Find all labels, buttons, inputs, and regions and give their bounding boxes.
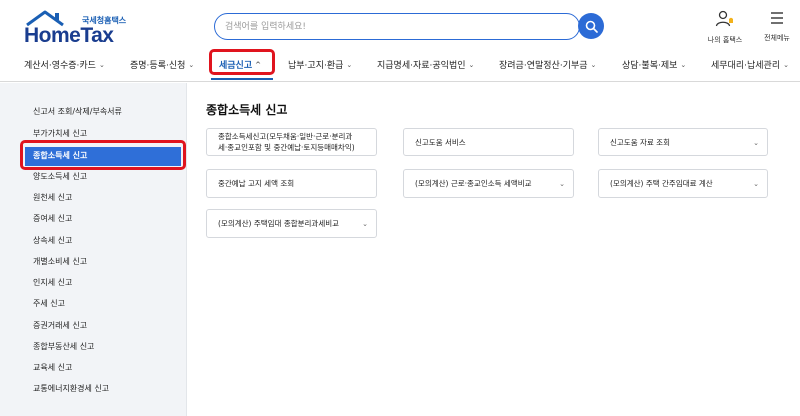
sidebar-item-liquor-tax[interactable]: 주세 신고 bbox=[33, 298, 65, 309]
card-filing-help[interactable]: 신고도움 서비스 bbox=[403, 128, 574, 156]
card-label: 신고도움 서비스 bbox=[415, 138, 466, 147]
nav-item-consult[interactable]: 상담·불복·제보 ⌄ bbox=[622, 58, 687, 72]
card-label: 중간예납 고지 세액 조회 bbox=[218, 179, 295, 188]
card-income-tax-filing[interactable]: 종합소득세신고(모두채움·일반·근로·분리과 세·종교인포함 및 중간예납·토지… bbox=[206, 128, 377, 156]
search-box bbox=[214, 13, 580, 40]
all-menu-button[interactable]: 전체메뉴 bbox=[752, 10, 800, 43]
sidebar-item-withholding[interactable]: 원천세 신고 bbox=[33, 192, 72, 203]
sidebar-item-inheritance[interactable]: 상속세 신고 bbox=[33, 235, 72, 246]
chevron-down-icon: ⌄ bbox=[783, 60, 789, 69]
chevron-down-icon: ⌄ bbox=[590, 60, 597, 69]
sidebar-item-vat[interactable]: 부가가치세 신고 bbox=[33, 128, 87, 139]
search-icon bbox=[585, 20, 598, 33]
nav-item-certificate[interactable]: 증명·등록·신청 ⌄ bbox=[130, 58, 195, 72]
my-hometax-button[interactable]: 나의 홈택스 bbox=[700, 10, 750, 45]
chevron-down-icon: ⌄ bbox=[680, 60, 687, 69]
nav-item-label: 세무대리·납세관리 bbox=[711, 61, 781, 71]
sidebar-item-securities[interactable]: 증권거래세 신고 bbox=[33, 320, 87, 331]
nav-active-indicator bbox=[211, 78, 273, 80]
nav-item-payment[interactable]: 납부·고지·환급 ⌄ bbox=[288, 58, 353, 72]
sidebar-item-transport[interactable]: 교통에너지환경세 신고 bbox=[33, 383, 109, 394]
chevron-down-icon: ⌄ bbox=[753, 180, 759, 188]
nav-item-label: 납부·고지·환급 bbox=[288, 61, 344, 71]
highlight-box-sidebar bbox=[20, 140, 186, 170]
nav-item-agent[interactable]: 세무대리·납세관리 ⌄ bbox=[711, 58, 789, 72]
user-bell-icon bbox=[715, 10, 733, 27]
chevron-down-icon: ⌄ bbox=[362, 220, 368, 228]
card-label: 종합소득세신고(모두채움·일반·근로·분리과 bbox=[218, 132, 353, 141]
highlight-box-nav bbox=[209, 49, 275, 75]
nav-item-label: 지급명세·자료·공익법인 bbox=[377, 61, 466, 71]
card-label: (모의계산) 근로·종교인소득 세액비교 bbox=[415, 179, 532, 188]
main-nav: 계산서·영수증·카드 ⌄ 증명·등록·신청 ⌄ 세금신고 ^ 납부·고지·환급 ⌄ 지급… bbox=[0, 50, 800, 82]
card-sim-wage[interactable]: (모의계산) 근로·종교인소득 세액비교 ⌄ bbox=[403, 169, 574, 198]
card-label-line2: 세·종교인포함 및 중간예납·토지등매매차익) bbox=[218, 143, 355, 152]
nav-item-invoice[interactable]: 계산서·영수증·카드 ⌄ bbox=[24, 58, 105, 72]
card-label: 신고도움 자료 조회 bbox=[610, 138, 670, 147]
chevron-down-icon: ⌄ bbox=[559, 180, 565, 188]
sidebar-item-return-lookup[interactable]: 신고서 조회/삭제/부속서류 bbox=[33, 106, 122, 117]
page-title: 종합소득세 신고 bbox=[206, 103, 288, 117]
nav-item-label: 계산서·영수증·카드 bbox=[24, 61, 96, 71]
sidebar-item-property[interactable]: 종합부동산세 신고 bbox=[33, 341, 94, 352]
nav-item-label: 장려금·연말정산·기부금 bbox=[499, 61, 588, 71]
search-button[interactable] bbox=[578, 13, 604, 39]
chevron-down-icon: ⌄ bbox=[98, 60, 105, 69]
nav-item-incentive[interactable]: 장려금·연말정산·기부금 ⌄ bbox=[499, 58, 597, 72]
nav-item-statement[interactable]: 지급명세·자료·공익법인 ⌄ bbox=[377, 58, 475, 72]
card-sim-rental[interactable]: (모의계산) 주택임대 종합분리과세비교 ⌄ bbox=[206, 209, 377, 238]
hamburger-menu-icon bbox=[771, 12, 783, 24]
card-label: (모의계산) 주택임대 종합분리과세비교 bbox=[218, 219, 340, 228]
sidebar-item-education[interactable]: 교육세 신고 bbox=[33, 362, 72, 373]
chevron-down-icon: ⌄ bbox=[188, 60, 195, 69]
chevron-down-icon: ⌄ bbox=[468, 60, 475, 69]
hometax-logo[interactable]: 국세청홈택스 HomeTax bbox=[22, 10, 142, 47]
chevron-down-icon: ⌄ bbox=[753, 139, 759, 147]
nav-item-label: 증명·등록·신청 bbox=[130, 61, 186, 71]
my-hometax-label: 나의 홈택스 bbox=[707, 36, 743, 44]
header: 국세청홈택스 HomeTax 나의 홈택스 전체메뉴 bbox=[0, 0, 800, 50]
chevron-down-icon: ⌄ bbox=[346, 60, 353, 69]
nav-item-label: 상담·불복·제보 bbox=[622, 61, 678, 71]
sidebar-item-stamp-tax[interactable]: 인지세 신고 bbox=[33, 277, 72, 288]
all-menu-label: 전체메뉴 bbox=[764, 34, 790, 42]
card-interim-payment[interactable]: 중간예납 고지 세액 조회 bbox=[206, 169, 377, 198]
sidebar-item-gift-tax[interactable]: 증여세 신고 bbox=[33, 213, 72, 224]
sidebar-item-transfer-tax[interactable]: 양도소득세 신고 bbox=[33, 171, 87, 182]
card-help-data[interactable]: 신고도움 자료 조회 ⌄ bbox=[598, 128, 768, 156]
search-input[interactable] bbox=[225, 17, 565, 36]
card-sim-deemed-rent[interactable]: (모의계산) 주택 간주임대료 계산 ⌄ bbox=[598, 169, 768, 198]
sidebar bbox=[0, 83, 187, 416]
card-label: (모의계산) 주택 간주임대료 계산 bbox=[610, 179, 713, 188]
logo-title: HomeTax bbox=[24, 24, 114, 47]
sidebar-item-consumption[interactable]: 개별소비세 신고 bbox=[33, 256, 87, 267]
